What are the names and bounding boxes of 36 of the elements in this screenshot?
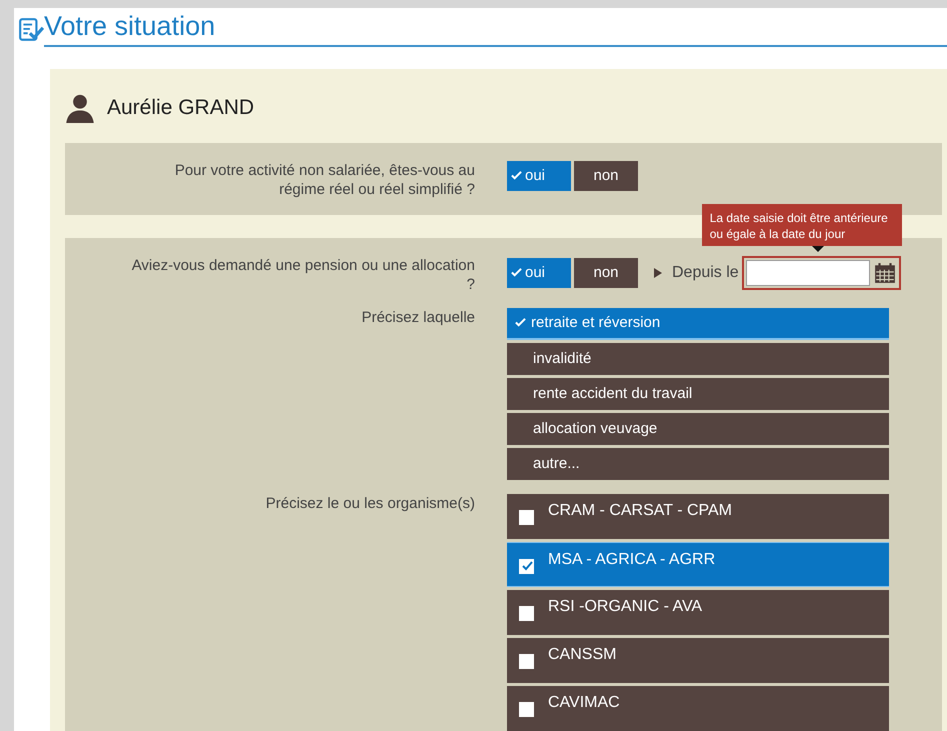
question-label: Pour votre activité non salariée, êtes-vous au régime réel ou réel simplifié ? <box>174 160 475 199</box>
check-icon <box>515 317 526 328</box>
organism-option[interactable]: CANSSM <box>507 638 889 683</box>
choice-option[interactable]: rente accident du travail <box>507 378 889 410</box>
choice-option[interactable]: invalidité <box>507 342 889 375</box>
date-label: Depuis le <box>672 264 739 282</box>
checkbox[interactable] <box>519 558 534 574</box>
organism-option[interactable]: RSI -ORGANIC - AVA <box>507 590 889 635</box>
toggle-option[interactable]: oui <box>507 160 571 191</box>
question-label: Aviez-vous demandé une pension ou une allocation ? <box>130 256 475 294</box>
play-icon <box>653 268 663 278</box>
page-title: Votre situation <box>44 12 947 47</box>
checkbox[interactable] <box>519 654 534 669</box>
error-tooltip: La date saisie doit être antérieure ou égale à la date du jour <box>702 204 902 246</box>
toggle-option[interactable]: non <box>574 160 638 191</box>
toggle-option[interactable]: non <box>574 258 638 288</box>
organism-option[interactable]: MSA - AGRICA - AGRR <box>507 542 889 587</box>
checkbox[interactable] <box>519 702 534 717</box>
choice-option[interactable]: autre... <box>507 448 889 480</box>
organism-option[interactable]: CAVIMAC <box>507 686 889 731</box>
choice-option[interactable]: allocation veuvage <box>507 412 889 445</box>
check-icon <box>511 267 522 278</box>
check-icon <box>511 170 522 182</box>
checkbox[interactable] <box>519 510 534 525</box>
date-field[interactable] <box>746 260 870 286</box>
question-label: Précisez le ou les organisme(s) <box>264 494 475 514</box>
toggle-option[interactable]: oui <box>507 258 571 288</box>
calendar-icon[interactable] <box>874 262 896 284</box>
tooltip-pointer <box>812 246 824 252</box>
person-name: Aurélie GRAND <box>107 96 254 120</box>
person-icon <box>65 92 95 123</box>
organism-option[interactable]: CRAM - CARSAT - CPAM <box>507 494 889 539</box>
question-label: Précisez laquelle <box>360 308 475 328</box>
form-check-icon <box>18 16 44 43</box>
checkbox[interactable] <box>519 606 534 621</box>
choice-option[interactable]: retraite et réversion <box>507 308 889 340</box>
